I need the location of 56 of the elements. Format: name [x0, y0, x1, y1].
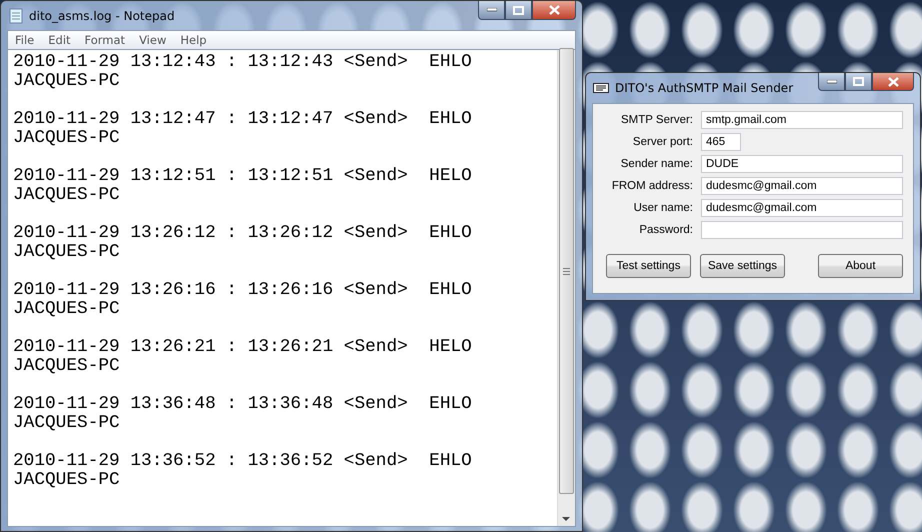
log-line: JACQUES-PC	[13, 128, 120, 148]
field-label: User name:	[632, 202, 693, 214]
maximize-icon	[513, 6, 524, 14]
log-line: JACQUES-PC	[13, 71, 120, 91]
field-label: FROM address:	[610, 180, 693, 192]
log-line: 2010-11-29 13:36:48 : 13:36:48 <Send> EHLO	[13, 394, 472, 414]
close-icon	[888, 76, 898, 86]
grip-icon	[563, 268, 570, 274]
window-title: DITO's AuthSMTP Mail Sender	[615, 81, 794, 95]
minimize-icon	[486, 8, 496, 12]
menu-item[interactable]: File	[8, 33, 42, 47]
notepad-icon	[9, 8, 23, 24]
maximize-button[interactable]	[505, 1, 532, 20]
log-line: 2010-11-29 13:26:16 : 13:26:16 <Send> EHLO	[13, 280, 472, 300]
scroll-down-icon[interactable]	[562, 517, 570, 522]
minimize-icon	[826, 80, 836, 84]
dialog-button[interactable]: About	[818, 254, 903, 278]
log-line: 2010-11-29 13:26:12 : 13:26:12 <Send> EHLO	[13, 223, 472, 243]
dialog-button[interactable]: Save settings	[700, 254, 785, 278]
dialog-button[interactable]: Test settings	[606, 254, 691, 278]
log-line: JACQUES-PC	[13, 242, 120, 262]
log-line: 2010-11-29 13:12:47 : 13:12:47 <Send> EHLO	[13, 109, 472, 129]
minimize-button[interactable]	[478, 1, 505, 20]
field-label: SMTP Server:	[620, 114, 693, 126]
input-field[interactable]: dudesmc@gmail.com	[701, 199, 903, 217]
field-label: Sender name:	[620, 158, 693, 170]
log-line: 2010-11-29 13:12:43 : 13:12:43 <Send> EHLO	[13, 52, 472, 72]
input-field[interactable]: DUDE	[701, 155, 903, 173]
menu-item[interactable]: Format	[78, 33, 132, 47]
log-line: JACQUES-PC	[13, 356, 120, 376]
vertical-scrollbar[interactable]	[557, 50, 575, 526]
log-line: 2010-11-29 13:12:51 : 13:12:51 <Send> HELO	[13, 166, 472, 186]
input-field[interactable]: smtp.gmail.com	[701, 111, 903, 129]
scroll-thumb[interactable]	[559, 48, 574, 494]
input-field[interactable]: 465	[701, 133, 741, 151]
input-field[interactable]	[701, 221, 903, 239]
log-line: JACQUES-PC	[13, 470, 120, 490]
maximize-button[interactable]	[845, 73, 872, 91]
log-line: JACQUES-PC	[13, 185, 120, 205]
menu-item[interactable]: View	[132, 33, 174, 47]
log-line: 2010-11-29 13:36:52 : 13:36:52 <Send> EHLO	[13, 451, 472, 471]
window-title: dito_asms.log - Notepad	[29, 8, 175, 22]
log-line: 2010-11-29 13:26:21 : 13:26:21 <Send> HELO	[13, 337, 472, 357]
menu-item[interactable]: Edit	[41, 33, 78, 47]
menu-item[interactable]: Help	[173, 33, 214, 47]
log-line: JACQUES-PC	[13, 413, 120, 433]
maximize-icon	[853, 77, 864, 86]
minimize-button[interactable]	[818, 73, 845, 91]
close-button[interactable]	[532, 1, 576, 20]
log-line: JACQUES-PC	[13, 299, 120, 319]
envelope-icon	[593, 83, 609, 93]
close-icon	[548, 5, 560, 15]
field-label: Password:	[638, 224, 693, 236]
field-label: Server port:	[632, 136, 693, 148]
input-field[interactable]: dudesmc@gmail.com	[701, 177, 903, 195]
close-button[interactable]	[872, 73, 914, 91]
